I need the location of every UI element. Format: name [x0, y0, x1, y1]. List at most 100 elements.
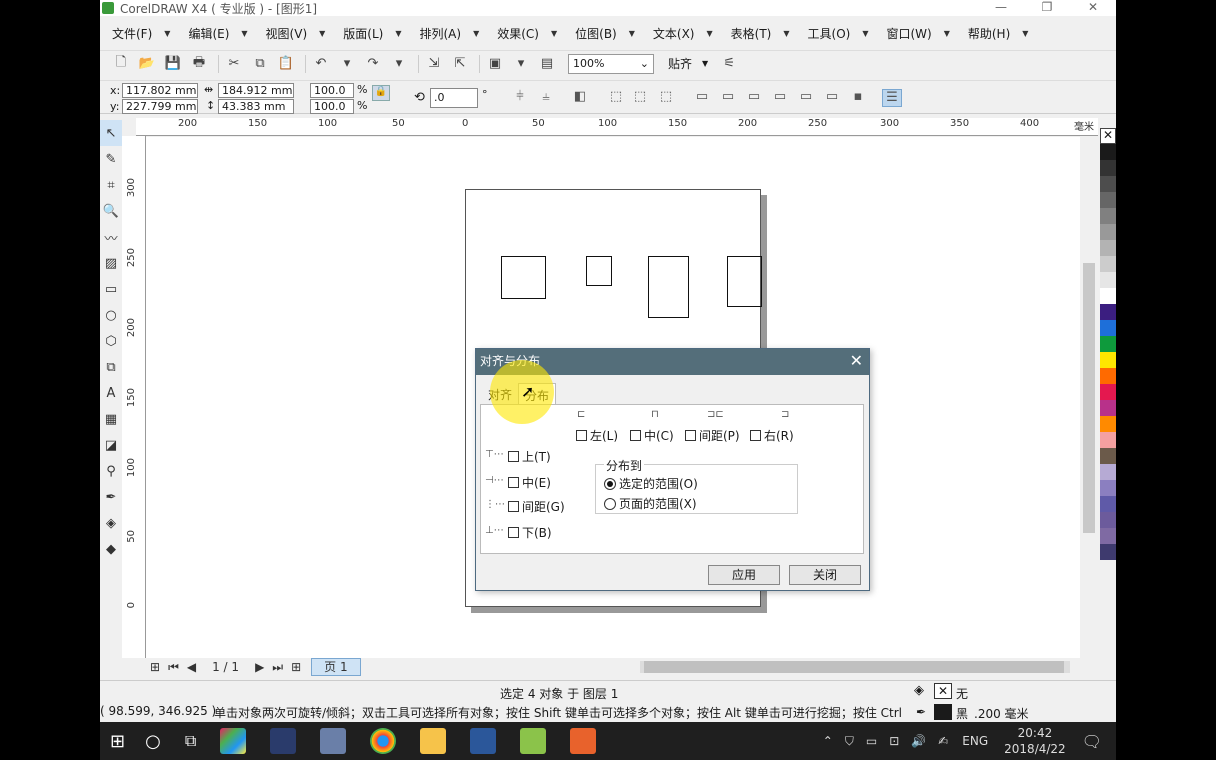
scale-height-field[interactable]: 100.0: [310, 99, 354, 114]
start-button-icon[interactable]: ⊞: [110, 731, 125, 752]
application-launcher-icon[interactable]: ▣: [484, 54, 506, 74]
vertical-ruler[interactable]: 300 250 200 150 100 50 0: [122, 136, 146, 658]
search-icon[interactable]: ○: [145, 731, 161, 752]
outline-color-swatch[interactable]: [934, 704, 952, 720]
checkbox-box[interactable]: [750, 430, 761, 441]
color-swatch[interactable]: [1100, 480, 1116, 496]
menu-arrange[interactable]: 排列(A) ▼: [408, 25, 486, 42]
app-orange-icon[interactable]: [570, 728, 597, 754]
defender-icon[interactable]: ⛉: [845, 734, 854, 749]
mirror-vertical-icon[interactable]: ⫨: [536, 89, 556, 107]
word-icon[interactable]: [470, 728, 497, 754]
close-window-button[interactable]: ✕: [1070, 0, 1116, 16]
app-keyboard-icon[interactable]: [320, 728, 347, 754]
ungroup-icon[interactable]: ⬚: [630, 89, 650, 107]
ellipse-tool-icon[interactable]: ○: [100, 302, 122, 328]
shape-tool-icon[interactable]: ✎: [100, 146, 122, 172]
minimize-button[interactable]: —: [978, 0, 1024, 16]
checkbox-box[interactable]: [576, 430, 587, 441]
checkbox-box[interactable]: [508, 451, 519, 462]
checkbox-box[interactable]: [508, 527, 519, 538]
color-swatch[interactable]: [1100, 144, 1116, 160]
vertical-scrollbar[interactable]: [1080, 137, 1098, 658]
menu-bitmaps[interactable]: 位图(B) ▼: [563, 25, 641, 42]
color-swatch[interactable]: [1100, 272, 1116, 288]
trim-icon[interactable]: ▭: [744, 89, 764, 107]
clock[interactable]: 20:42 2018/4/22: [1004, 725, 1066, 757]
pick-tool-icon[interactable]: ↖: [100, 120, 122, 146]
snap-to-button[interactable]: 贴齐 ▼: [668, 55, 708, 72]
checkbox-middle[interactable]: 中(E): [508, 474, 551, 491]
cut-icon[interactable]: ✂: [223, 54, 245, 74]
color-swatch[interactable]: [1100, 160, 1116, 176]
x-position-field[interactable]: 117.802 mm: [122, 83, 198, 98]
rectangle-object[interactable]: [727, 256, 762, 307]
simplify-icon[interactable]: ▭: [796, 89, 816, 107]
close-icon[interactable]: ✕: [850, 349, 863, 373]
ungroup-all-icon[interactable]: ⬚: [656, 89, 676, 107]
color-swatch[interactable]: [1100, 176, 1116, 192]
checkbox-center[interactable]: 中(C): [630, 427, 674, 444]
prev-page-icon[interactable]: ◀: [187, 660, 196, 674]
print-icon[interactable]: 🖶: [188, 54, 210, 74]
radio-page-range[interactable]: 页面的范围(X): [604, 495, 697, 512]
scale-width-field[interactable]: 100.0: [310, 83, 354, 98]
color-swatch[interactable]: [1100, 352, 1116, 368]
combine-icon[interactable]: ▭: [692, 89, 712, 107]
create-boundary-icon[interactable]: ☰: [882, 89, 902, 107]
undo-icon[interactable]: ↶: [310, 54, 332, 74]
color-swatch[interactable]: [1100, 208, 1116, 224]
back-minus-front-icon[interactable]: ▪: [848, 89, 868, 107]
app-colorful-icon[interactable]: [220, 728, 247, 754]
y-position-field[interactable]: 227.799 mm: [122, 99, 198, 114]
checkbox-right[interactable]: 右(R): [750, 427, 794, 444]
align-distribute-icon[interactable]: ◧: [570, 89, 590, 107]
paste-icon[interactable]: 📋: [275, 54, 297, 74]
battery-icon[interactable]: ▭: [866, 734, 877, 748]
options-icon[interactable]: ⚟: [718, 54, 740, 74]
next-page-icon[interactable]: ▶: [255, 660, 264, 674]
file-explorer-icon[interactable]: [420, 728, 447, 754]
color-swatch[interactable]: [1100, 416, 1116, 432]
checkbox-bottom[interactable]: 下(B): [508, 524, 552, 541]
redo-icon[interactable]: ↷: [362, 54, 384, 74]
color-swatch[interactable]: [1100, 336, 1116, 352]
smart-fill-tool-icon[interactable]: ▨: [100, 250, 122, 276]
zoom-tool-icon[interactable]: 🔍: [100, 198, 122, 224]
coreldraw-taskbar-icon[interactable]: [520, 728, 547, 754]
add-page-after-icon[interactable]: ⊞: [291, 660, 301, 674]
text-tool-icon[interactable]: A: [100, 380, 122, 406]
checkbox-box[interactable]: [508, 477, 519, 488]
add-page-icon[interactable]: ⊞: [150, 660, 160, 674]
color-swatch[interactable]: [1100, 240, 1116, 256]
color-swatch[interactable]: [1100, 432, 1116, 448]
no-fill-swatch[interactable]: ✕: [934, 683, 952, 699]
last-page-icon[interactable]: ⏭: [272, 660, 283, 675]
volume-icon[interactable]: 🔊: [911, 734, 926, 748]
checkbox-spacing[interactable]: 间距(P): [685, 427, 740, 444]
rectangle-object[interactable]: [501, 256, 546, 299]
page-tab[interactable]: 页 1: [311, 658, 361, 676]
checkbox-left[interactable]: 左(L): [576, 427, 618, 444]
color-swatch[interactable]: [1100, 528, 1116, 544]
menu-edit[interactable]: 编辑(E) ▼: [176, 25, 253, 42]
freehand-tool-icon[interactable]: 〰: [100, 224, 122, 250]
eyedropper-tool-icon[interactable]: ⚲: [100, 458, 122, 484]
checkbox-top[interactable]: 上(T): [508, 448, 551, 465]
save-icon[interactable]: 💾: [162, 54, 184, 74]
checkbox-box[interactable]: [685, 430, 696, 441]
color-swatch[interactable]: [1100, 464, 1116, 480]
menu-tools[interactable]: 工具(O) ▼: [796, 25, 875, 42]
radio-dot[interactable]: [604, 477, 616, 490]
polygon-tool-icon[interactable]: ⬡: [100, 328, 122, 354]
basic-shapes-tool-icon[interactable]: ⧉: [100, 354, 122, 380]
pen-ink-icon[interactable]: ✍: [938, 734, 948, 748]
maximize-button[interactable]: ❐: [1024, 0, 1070, 16]
menu-layout[interactable]: 版面(L) ▼: [331, 25, 407, 42]
menu-table[interactable]: 表格(T) ▼: [719, 25, 796, 42]
interactive-fill-tool-icon[interactable]: ◆: [100, 536, 122, 562]
color-swatch[interactable]: [1100, 512, 1116, 528]
menu-text[interactable]: 文本(X) ▼: [641, 25, 719, 42]
no-color-swatch[interactable]: ✕: [1100, 128, 1116, 144]
color-swatch[interactable]: [1100, 288, 1116, 304]
